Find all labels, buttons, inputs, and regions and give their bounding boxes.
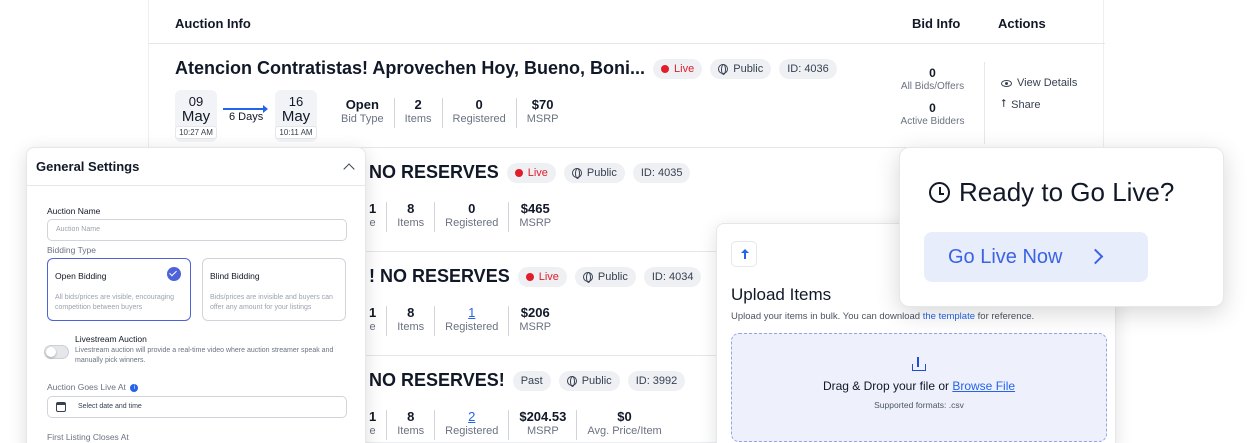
go-live-title: Ready to Go Live?	[959, 177, 1175, 207]
livestream-desc: Livestream auction will provide a real-t…	[75, 347, 334, 364]
column-header-bid-info: Bid Info	[912, 16, 961, 31]
bid-info: 0 All Bids/Offers 0 Active Bidders	[881, 62, 985, 144]
blind-bidding-option[interactable]: Blind Bidding Bids/prices are invisible …	[202, 258, 346, 321]
globe-icon	[566, 375, 577, 387]
settings-header[interactable]: General Settings	[27, 148, 365, 186]
open-bidding-option[interactable]: Open Bidding All bids/prices are visible…	[47, 258, 191, 321]
auction-stats: Open Bid Type 2 Items 0 Registered $70 MSRP	[331, 98, 569, 128]
table-header: Auction Info Bid Info Actions	[149, 0, 1105, 44]
visibility-badge: Public	[710, 58, 772, 79]
livestream-toggle[interactable]	[44, 345, 69, 359]
chevron-right-icon	[1087, 248, 1104, 265]
stat-registered[interactable]: 2 Registered	[435, 410, 510, 440]
livestream-label: Livestream Auction	[75, 334, 147, 344]
view-details-button[interactable]: View Details	[1001, 77, 1077, 89]
row-actions: View Details ⭡ Share	[1001, 77, 1077, 120]
live-dot-icon	[514, 168, 523, 177]
auction-stats: 1e 8 Items 2 Registered $204.53 MSRP $0 Avg.…	[359, 410, 672, 440]
visibility-badge: Public	[574, 266, 636, 287]
end-date: 16 May 10:11 AM	[275, 90, 317, 142]
stat-items: 8 Items	[387, 306, 436, 336]
stat-msrp: $465 MSRP	[519, 201, 552, 230]
go-live-button[interactable]: Go Live Now	[924, 232, 1148, 282]
calendar-icon	[56, 402, 66, 412]
status-badge: Live	[653, 58, 703, 79]
globe-icon	[582, 271, 593, 283]
auction-stats: 1e 8 Items 1 Registered $206 MSRP	[359, 306, 561, 336]
auction-id-badge: ID: 4035	[632, 162, 691, 183]
goes-live-label: Auction Goes Live At i	[47, 382, 139, 392]
auction-title[interactable]: NO RESERVES!	[369, 370, 505, 391]
share-button[interactable]: ⭡ Share	[1001, 98, 1077, 111]
stat-registered: 0 Registered	[443, 98, 517, 128]
auction-title[interactable]: Atencion Contratistas! Aprovechen Hoy, B…	[175, 58, 645, 79]
upload-title: Upload Items	[731, 285, 832, 304]
info-icon[interactable]: i	[130, 383, 139, 392]
first-listing-closes-label: First Listing Closes At	[47, 432, 129, 442]
auction-id-badge: ID: 3992	[627, 370, 686, 391]
check-icon	[167, 267, 181, 281]
column-header-actions: Actions	[998, 16, 1046, 31]
eye-icon	[1001, 79, 1012, 87]
supported-formats: Supported formats: .csv	[874, 400, 964, 410]
goes-live-date-input[interactable]: Select date and time	[47, 396, 347, 418]
status-badge: Live	[506, 162, 556, 183]
stat-avg-price: $0 Avg. Price/Item	[587, 409, 662, 438]
globe-icon	[571, 167, 582, 179]
go-live-panel: Ready to Go Live? Go Live Now	[899, 147, 1224, 307]
visibility-badge: Public	[558, 370, 620, 391]
auction-stats: 1e 8 Items 0 Registered $465 MSRP	[359, 202, 561, 232]
clock-icon	[929, 182, 950, 203]
upload-subtitle: Upload your items in bulk. You can downl…	[731, 311, 1035, 322]
stat-msrp: $70 MSRP	[526, 97, 559, 126]
browse-file-link[interactable]: Browse File	[952, 379, 1015, 393]
stat-msrp: $206 MSRP	[519, 305, 552, 334]
column-header-auction-info: Auction Info	[175, 16, 251, 31]
stat-registered[interactable]: 1 Registered	[435, 306, 510, 336]
template-link[interactable]: the template	[923, 311, 975, 322]
status-badge: Past	[512, 370, 551, 391]
upload-icon	[912, 357, 926, 371]
status-badge: Live	[517, 266, 567, 287]
auction-title[interactable]: NO RESERVES	[369, 162, 499, 183]
auction-id-badge: ID: 4036	[779, 58, 837, 79]
settings-title: General Settings	[36, 159, 140, 174]
live-dot-icon	[661, 64, 670, 73]
stat-items: 2 Items	[395, 98, 443, 128]
visibility-badge: Public	[563, 162, 625, 183]
auction-id-badge: ID: 4034	[643, 266, 702, 287]
chevron-up-icon[interactable]	[343, 162, 355, 175]
general-settings-panel: General Settings Auction Name Auction Na…	[26, 147, 366, 443]
stat-items: 8 Items	[387, 202, 436, 232]
auction-name-input[interactable]: Auction Name	[47, 219, 347, 241]
start-date: 09 May 10:27 AM	[175, 90, 217, 142]
globe-icon	[718, 63, 729, 75]
upload-arrow-icon[interactable]	[731, 241, 757, 267]
stat-bid-type: Open Bid Type	[331, 98, 395, 128]
auction-title[interactable]: ! NO RESERVES	[369, 266, 510, 287]
auction-name-label: Auction Name	[47, 206, 101, 216]
file-drop-zone[interactable]: Drag & Drop your file or Browse File Sup…	[731, 333, 1107, 442]
bidding-type-label: Bidding Type	[47, 245, 96, 255]
auction-dashboard: Auction Info Bid Info Actions Atencion C…	[0, 0, 1248, 443]
duration-arrow-icon	[223, 105, 268, 113]
duration: 6 Days	[229, 111, 264, 123]
share-icon: ⭡	[1001, 98, 1007, 110]
table-row[interactable]: Atencion Contratistas! Aprovechen Hoy, B…	[149, 44, 1105, 148]
stat-msrp: $204.53 MSRP	[509, 410, 578, 440]
stat-registered: 0 Registered	[435, 202, 510, 232]
live-dot-icon	[525, 272, 534, 281]
stat-items: 8 Items	[387, 410, 436, 440]
